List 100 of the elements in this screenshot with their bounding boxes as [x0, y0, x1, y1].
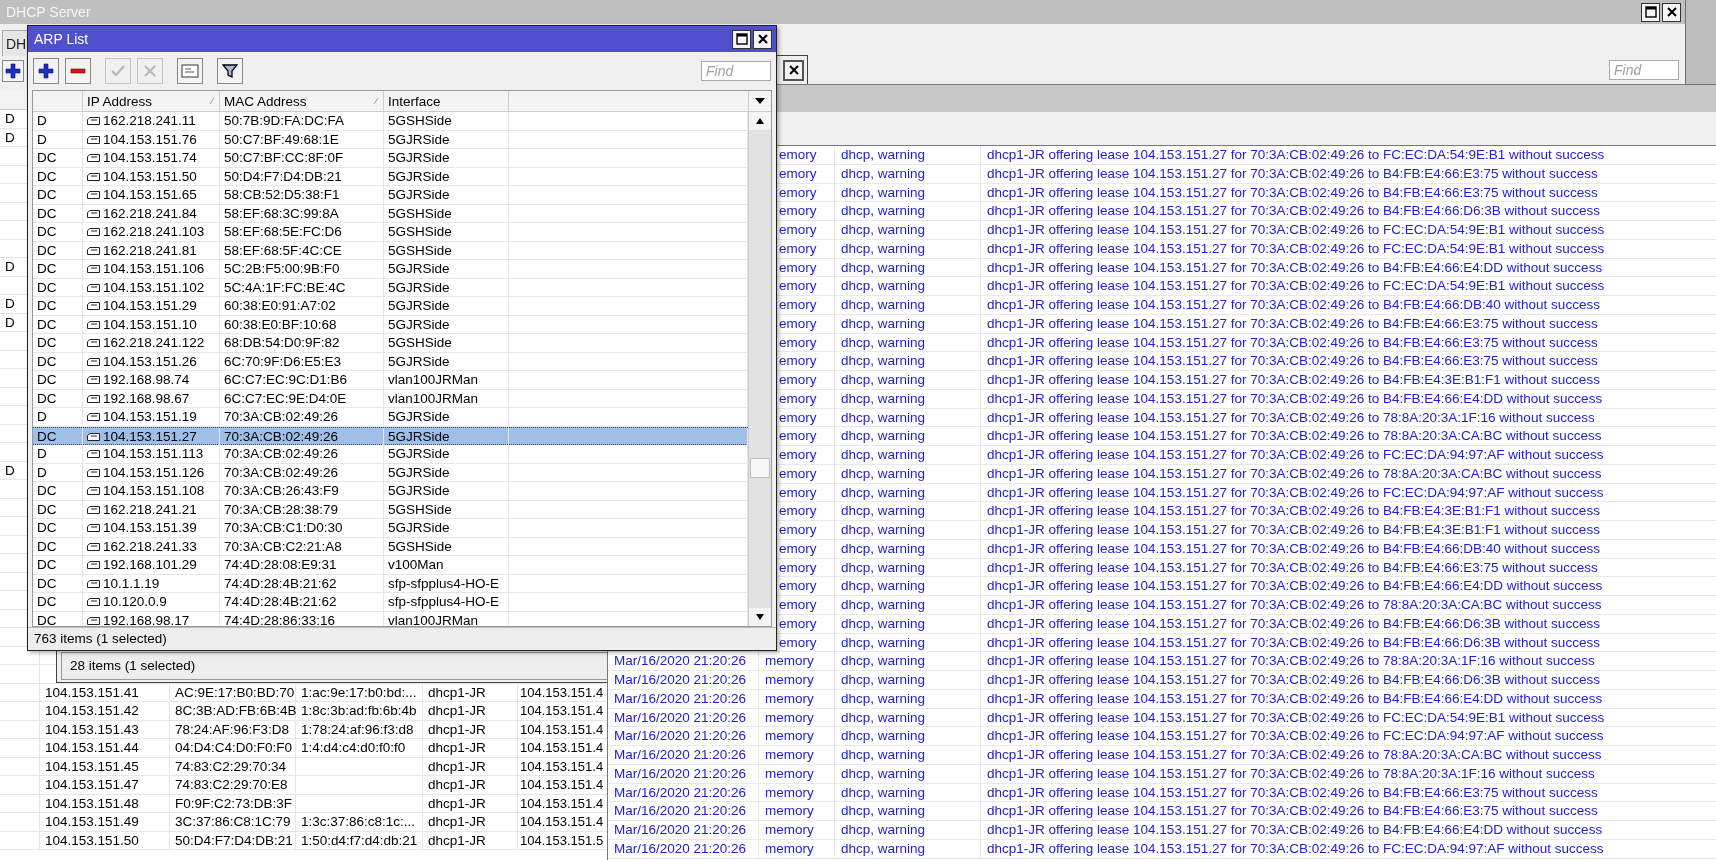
table-cell: 192.168.101.29	[103, 556, 197, 574]
log-message: dhcp1-JR offering lease 104.153.151.27 for 70:3A:CB:02:49:26 to 78:8A:20:3A:1F:16 without success	[986, 652, 1596, 671]
table-cell: 70:3A:CB:02:49:26	[220, 463, 384, 482]
filter-button[interactable]	[217, 58, 243, 84]
table-row[interactable]: D 162.218.241.11 50:7B:9D:FA:DC:FA 5GSHSide	[33, 112, 748, 131]
filter-icon	[222, 63, 238, 79]
table-row[interactable]: DC 104.153.151.26 6C:70:9F:D6:E5:E3 5GJRSide	[33, 352, 748, 371]
log-buffer: memory	[759, 708, 835, 727]
table-row[interactable]: DC 162.218.241.122 68:DB:54:D0:9F:82 5GSHSide	[33, 334, 748, 353]
table-cell: 74:83:C2:29:70:E8	[170, 776, 296, 794]
table-cell: D	[33, 130, 83, 149]
table-cell: 58:EF:68:5E:FC:D6	[220, 223, 384, 241]
table-row[interactable]: DC 104.153.151.74 50:C7:BF:CC:8F:0F 5GJRSide	[33, 149, 748, 168]
log-message: dhcp1-JR offering lease 104.153.151.27 for 70:3A:CB:02:49:26 to FC:EC:DA:54:9E:B1 without success	[986, 239, 1606, 258]
log-buffer: memory	[759, 821, 835, 839]
table-row[interactable]: DC 10.1.1.19 74:4D:28:4B:21:62 sfp-sfpplus4-HO-E	[33, 574, 748, 593]
table-cell: 1:4:d4:c4:d0:f0:f0	[296, 739, 423, 757]
add-button[interactable]	[33, 58, 59, 84]
close-icon	[787, 64, 800, 76]
log-topics: dhcp, warning	[835, 333, 981, 352]
log-time: Mar/16/2020 21:20:26	[608, 671, 759, 689]
log-time: Mar/16/2020 21:20:26	[608, 652, 759, 671]
table-row[interactable]: D 104.153.151.76 50:C7:BF:49:68:1E 5GJRSide	[33, 130, 748, 149]
table-cell: dhcp1-JR	[423, 702, 518, 720]
table-row[interactable]: DC 162.218.241.84 58:EF:68:3C:99:8A 5GSHSide	[33, 204, 748, 223]
table-row[interactable]: DC 162.218.241.81 58:EF:68:5F:4C:CE 5GSHSide	[33, 241, 748, 260]
table-row[interactable]: DC 162.218.241.33 70:3A:CB:C2:21:A8 5GSHSide	[33, 537, 748, 556]
close-icon	[1665, 6, 1678, 18]
table-cell: 58:EF:68:5F:4C:CE	[220, 241, 384, 260]
log-topics: dhcp, warning	[835, 539, 981, 558]
table-cell: 70:3A:CB:02:49:26	[220, 408, 384, 426]
table-cell: 74:83:C2:29:70:34	[170, 757, 296, 776]
scroll-thumb[interactable]	[750, 458, 770, 478]
log-topics: dhcp, warning	[835, 183, 981, 202]
maximize-button[interactable]	[732, 29, 751, 49]
table-cell: 104.153.151.106	[103, 260, 205, 278]
table-row[interactable]: DC 104.153.151.106 5C:2B:F5:00:9B:F0 5GJRSide	[33, 260, 748, 279]
tag-icon	[87, 524, 100, 532]
close-button[interactable]	[753, 29, 772, 49]
table-row[interactable]: DC 192.168.98.74 6C:C7:EC:9C:D1:B6 vlan100JRMan	[33, 371, 748, 390]
log-message: dhcp1-JR offering lease 104.153.151.27 for 70:3A:CB:02:49:26 to B4:FB:E4:66:DB:40 without success	[986, 296, 1601, 314]
table-row[interactable]: DC 104.153.151.10 60:38:E0:BF:10:68 5GJRSide	[33, 315, 748, 334]
log-message: dhcp1-JR offering lease 104.153.151.27 for 70:3A:CB:02:49:26 to 78:8A:20:3A:1F:16 without success	[986, 408, 1596, 427]
log-topics: dhcp, warning	[835, 671, 981, 689]
table-row[interactable]: DC 162.218.241.103 58:EF:68:5E:FC:D6 5GSHSide	[33, 223, 748, 242]
log-message: dhcp1-JR offering lease 104.153.151.27 for 70:3A:CB:02:49:26 to B4:FB:E4:66:E3:75 without success	[986, 314, 1599, 333]
table-cell: vlan100JRMan	[384, 371, 509, 389]
table-cell: 74:4D:28:4B:21:62	[220, 574, 384, 593]
column-header[interactable]: IP Address	[83, 91, 220, 111]
log-message: dhcp1-JR offering lease 104.153.151.27 for 70:3A:CB:02:49:26 to B4:FB:E4:3E:B1:F1 without success	[986, 521, 1601, 539]
table-row[interactable]: DC 104.153.151.50 50:D4:F7:D4:DB:21 5GJRSide	[33, 167, 748, 186]
table-cell: 162.218.241.103	[103, 223, 205, 241]
table-cell: 3C:37:86:C8:1C:79	[170, 813, 296, 831]
table-row[interactable]: DC 104.153.151.108 70:3A:CB:26:43:F9 5GJRSide	[33, 482, 748, 501]
log-message: dhcp1-JR offering lease 104.153.151.27 for 70:3A:CB:02:49:26 to B4:FB:E4:3E:B1:F1 without success	[986, 371, 1601, 389]
table-cell: 104.153.151.43	[40, 720, 170, 739]
table-cell: 104.153.151.10	[103, 315, 197, 334]
table-row[interactable]: DC 104.153.151.39 70:3A:CB:C1:D0:30 5GJRSide	[33, 519, 748, 538]
log-message: dhcp1-JR offering lease 104.153.151.27 for 70:3A:CB:02:49:26 to 78:8A:20:3A:CA:BC without success	[986, 464, 1603, 483]
table-row[interactable]: DC 162.218.241.21 70:3A:CB:28:38:79 5GSHSide	[33, 500, 748, 519]
tag-icon	[87, 432, 100, 441]
log-buffer: memory	[759, 764, 835, 783]
tag-icon	[87, 320, 100, 329]
cross-icon	[142, 63, 158, 79]
log-message: dhcp1-JR offering lease 104.153.151.27 for 70:3A:CB:02:49:26 to B4:FB:E4:66:E4:DD without success	[986, 821, 1604, 839]
tag-icon	[87, 154, 100, 162]
table-cell: 162.218.241.81	[103, 241, 197, 260]
table-row[interactable]: DC 192.168.101.29 74:4D:28:08:E9:31 v100Man	[33, 556, 748, 575]
table-row[interactable]: DC 192.168.98.67 6C:C7:EC:9E:D4:0E vlan100JRMan	[33, 389, 748, 408]
add-button[interactable]	[2, 60, 24, 82]
table-row[interactable]: DC 104.153.151.65 58:CB:52:D5:38:F1 5GJRSide	[33, 186, 748, 205]
table-cell: 104.153.151.50	[40, 831, 170, 850]
tag-icon	[87, 302, 100, 310]
table-cell: 192.168.98.74	[103, 371, 190, 389]
find-field[interactable]: Find	[701, 61, 771, 81]
remove-button[interactable]	[65, 58, 91, 84]
table-row[interactable]: DC 10.120.0.9 74:4D:28:4B:21:62 sfp-sfpplus4-HO-E	[33, 593, 748, 612]
table-row[interactable]: DC 104.153.151.29 60:38:E0:91:A7:02 5GJRSide	[33, 297, 748, 316]
table-cell: DC	[33, 334, 83, 352]
table-row[interactable]: D 104.153.151.126 70:3A:CB:02:49:26 5GJRSide	[33, 463, 748, 482]
log-buffer: memory	[759, 783, 835, 802]
scrollbar[interactable]	[748, 112, 771, 626]
column-header[interactable]: MAC Address	[220, 91, 384, 111]
log-topics: dhcp, warning	[835, 596, 981, 614]
comment-button[interactable]	[177, 58, 203, 84]
table-cell: dhcp1-JR	[423, 757, 518, 776]
table-cell: DC	[33, 593, 83, 611]
window-title: ARP List	[34, 31, 89, 47]
plus-icon	[38, 63, 54, 79]
column-header[interactable]: Interface	[384, 91, 509, 111]
log-message: dhcp1-JR offering lease 104.153.151.27 for 70:3A:CB:02:49:26 to B4:FB:E4:66:E3:75 without success	[986, 164, 1599, 183]
table-cell: 5GJRSide	[384, 408, 509, 426]
log-message: dhcp1-JR offering lease 104.153.151.27 for 70:3A:CB:02:49:26 to B4:FB:E4:66:E4:DD without success	[986, 689, 1604, 708]
table-cell: DC	[33, 204, 83, 223]
maximize-icon	[1644, 6, 1657, 18]
find-field[interactable]: Find	[1609, 60, 1679, 80]
table-row[interactable]: D 104.153.151.113 70:3A:CB:02:49:26 5GJRSide	[33, 445, 748, 464]
table-row[interactable]: DC 104.153.151.102 5C:4A:1F:FC:BE:4C 5GJRSide	[33, 278, 748, 297]
close-button[interactable]	[783, 59, 804, 81]
table-row[interactable]: D 104.153.151.19 70:3A:CB:02:49:26 5GJRSide	[33, 408, 748, 427]
